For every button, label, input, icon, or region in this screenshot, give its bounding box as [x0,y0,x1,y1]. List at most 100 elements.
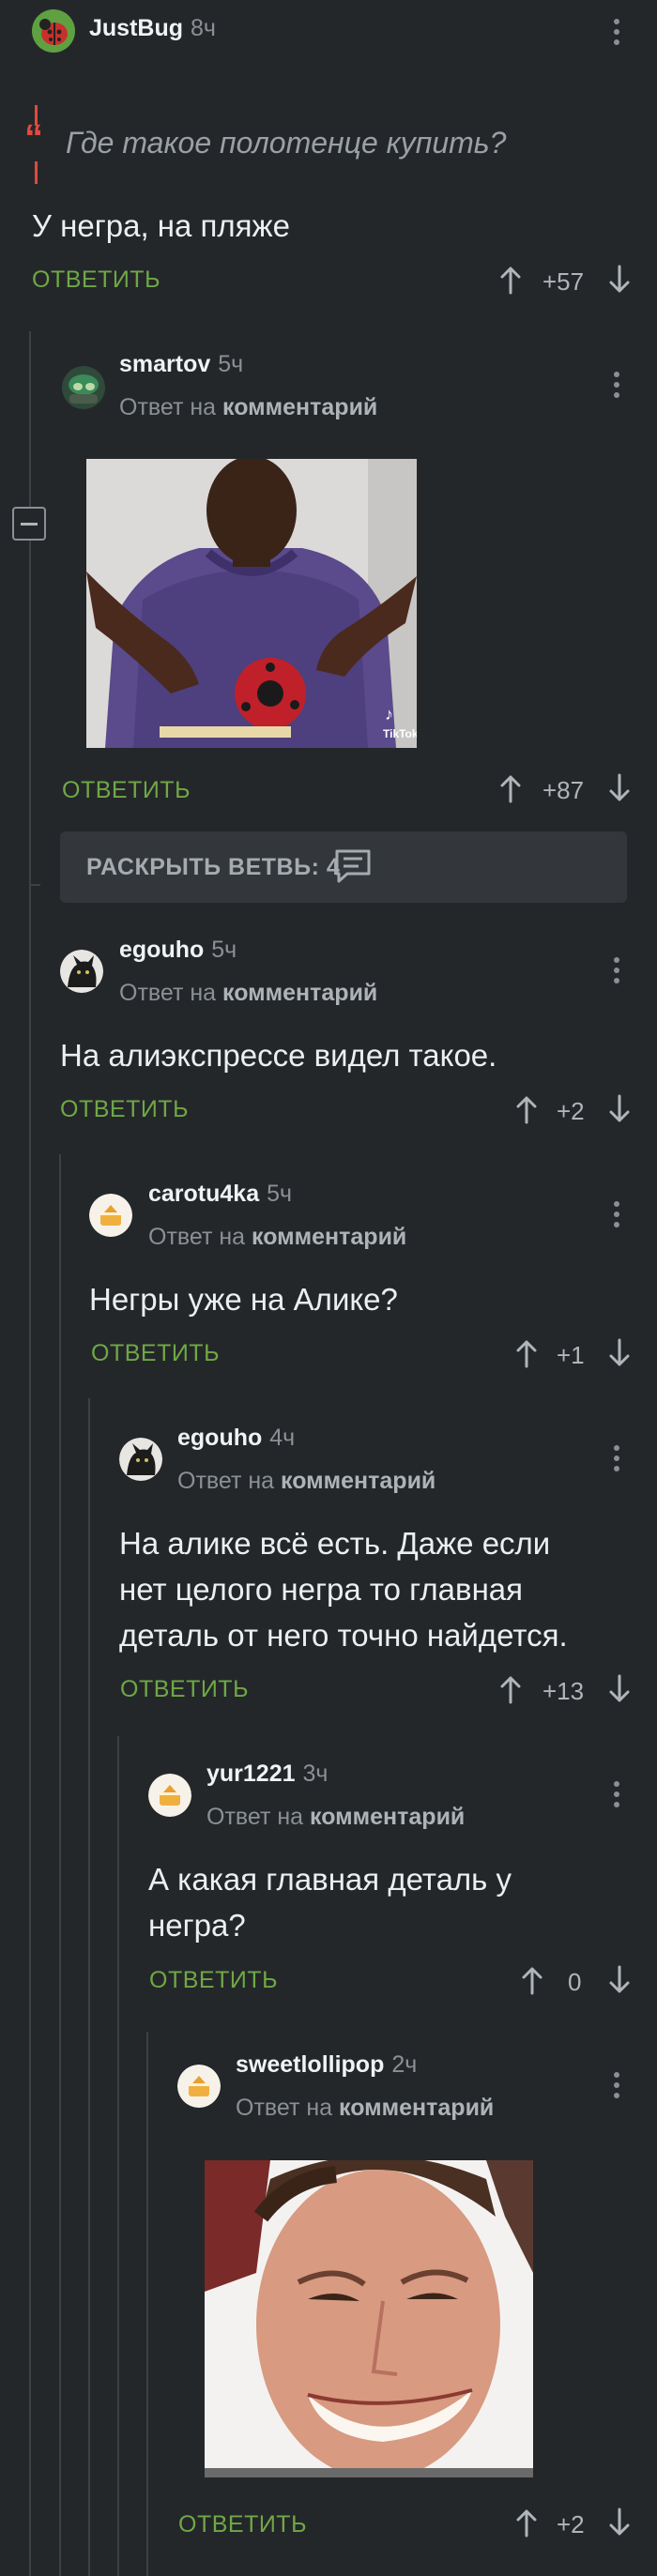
username[interactable]: egouho 5ч [119,937,237,964]
cake-avatar-icon [148,1774,191,1817]
reply-to-link[interactable]: комментарий [281,1468,435,1494]
quote-bar [35,161,38,184]
reply-to: Ответ на комментарий [206,1804,465,1831]
arrow-down-icon[interactable] [608,2507,631,2538]
avatar[interactable] [148,1774,191,1817]
rating: +87 [542,776,585,804]
arrow-down-icon[interactable] [608,773,631,803]
reply-button[interactable]: ОТВЕТИТЬ [178,2511,307,2538]
username[interactable]: carotu4ka 5ч [148,1181,292,1208]
arrow-up-icon[interactable] [515,2507,538,2538]
reply-to-link[interactable]: комментарий [252,1224,406,1250]
kebab-icon[interactable] [612,957,621,988]
arrow-down-icon[interactable] [608,265,631,295]
username-text[interactable]: carotu4ka [148,1181,259,1207]
rating: +2 [557,2510,585,2538]
kebab-icon[interactable] [612,19,621,50]
username-text[interactable]: sweetlollipop [236,2051,384,2078]
person-in-purple-hoodie-image [86,459,417,748]
reply-to-link[interactable]: комментарий [222,394,377,420]
reply-to: Ответ на комментарий [119,980,377,1007]
thread-line-level-2 [59,1154,61,2576]
avatar[interactable] [89,1194,132,1237]
quote-mark-icon: “ [24,117,43,159]
arrow-down-icon[interactable] [608,1674,631,1704]
comment-image[interactable]: ♪ TikTok [86,459,417,748]
arrow-up-icon[interactable] [515,1094,538,1124]
username-text[interactable]: smartov [119,351,210,377]
arrow-up-icon[interactable] [499,1674,522,1704]
reply-to-link[interactable]: комментарий [339,2095,494,2121]
arrow-up-icon[interactable] [515,1338,538,1368]
comment-time: 8ч [191,15,216,41]
comment-text-line: нет целого негра то главная [119,1572,524,1607]
minus-icon [21,523,38,526]
reply-button[interactable]: ОТВЕТИТЬ [91,1340,220,1367]
thread-line-level-1 [29,331,31,2576]
tiktok-logo-icon: ♪ [385,705,393,724]
username[interactable]: egouho 4ч [177,1425,295,1452]
comment-time: 5ч [218,351,244,377]
kebab-icon[interactable] [612,372,621,403]
expand-branch-button[interactable]: РАСКРЫТЬ ВЕТВЬ: 4 [60,831,627,903]
username[interactable]: yur1221 3ч [206,1761,328,1788]
rating: +13 [542,1677,585,1705]
reply-to: Ответ на комментарий [148,1224,406,1251]
comment-time: 5ч [267,1181,293,1207]
avatar[interactable] [62,366,105,409]
username-text[interactable]: JustBug [89,15,183,41]
rating: +2 [557,1097,585,1125]
arrow-down-icon[interactable] [608,1338,631,1368]
rating: 0 [568,1968,582,1996]
collapse-button[interactable] [12,507,46,541]
username-text[interactable]: yur1221 [206,1761,296,1787]
thread-tick [29,884,40,886]
reply-button[interactable]: ОТВЕТИТЬ [149,1967,278,1994]
arrow-down-icon[interactable] [608,1965,631,1995]
comment-text: Негры уже на Алике? [89,1282,398,1317]
reply-to-link[interactable]: комментарий [222,980,377,1006]
kebab-icon[interactable] [612,2072,621,2103]
reply-button[interactable]: ОТВЕТИТЬ [32,267,160,294]
avatar[interactable] [177,2065,221,2108]
reply-to: Ответ на комментарий [236,2095,494,2122]
avatar[interactable] [60,950,103,993]
arrow-up-icon[interactable] [499,265,522,295]
ladybug-avatar-icon [32,9,75,53]
reply-to-link[interactable]: комментарий [310,1804,465,1830]
kebab-icon[interactable] [612,1781,621,1812]
comment-text-line: А какая главная деталь у [148,1862,512,1897]
rating: +57 [542,267,585,296]
arrow-up-icon[interactable] [499,773,522,803]
username-text[interactable]: egouho [177,1425,262,1451]
kebab-icon[interactable] [612,1445,621,1476]
reply-to-prefix: Ответ на [236,2095,333,2121]
comment-icon [335,849,371,883]
comment-image[interactable] [205,2160,533,2477]
reply-button[interactable]: ОТВЕТИТЬ [60,1096,189,1123]
smiling-man-image [205,2160,533,2477]
arrow-up-icon[interactable] [521,1965,543,1995]
username[interactable]: sweetlollipop 2ч [236,2051,417,2079]
reply-button[interactable]: ОТВЕТИТЬ [62,777,191,804]
username[interactable]: smartov 5ч [119,351,243,378]
username[interactable]: JustBug 8ч [89,15,216,42]
camo-avatar-icon [62,366,105,409]
thread-line-level-5 [146,2032,148,2576]
avatar[interactable] [119,1438,162,1481]
quote-text: Где такое полотенце купить? [66,126,507,160]
rating: +1 [557,1341,585,1369]
thread-line-level-3 [88,1398,90,2576]
cake-avatar-icon [89,1194,132,1237]
comment-text-line: негра? [148,1908,246,1943]
reply-button[interactable]: ОТВЕТИТЬ [120,1676,249,1703]
reply-to-prefix: Ответ на [119,980,217,1006]
username-text[interactable]: egouho [119,937,204,963]
arrow-down-icon[interactable] [608,1094,631,1124]
comment-text: На алике всё есть. Даже если нет целого … [119,1520,568,1658]
avatar[interactable] [32,9,75,53]
reply-to-prefix: Ответ на [148,1224,246,1250]
reply-to-prefix: Ответ на [119,394,217,420]
kebab-icon[interactable] [612,1201,621,1232]
comment-time: 4ч [269,1425,296,1451]
